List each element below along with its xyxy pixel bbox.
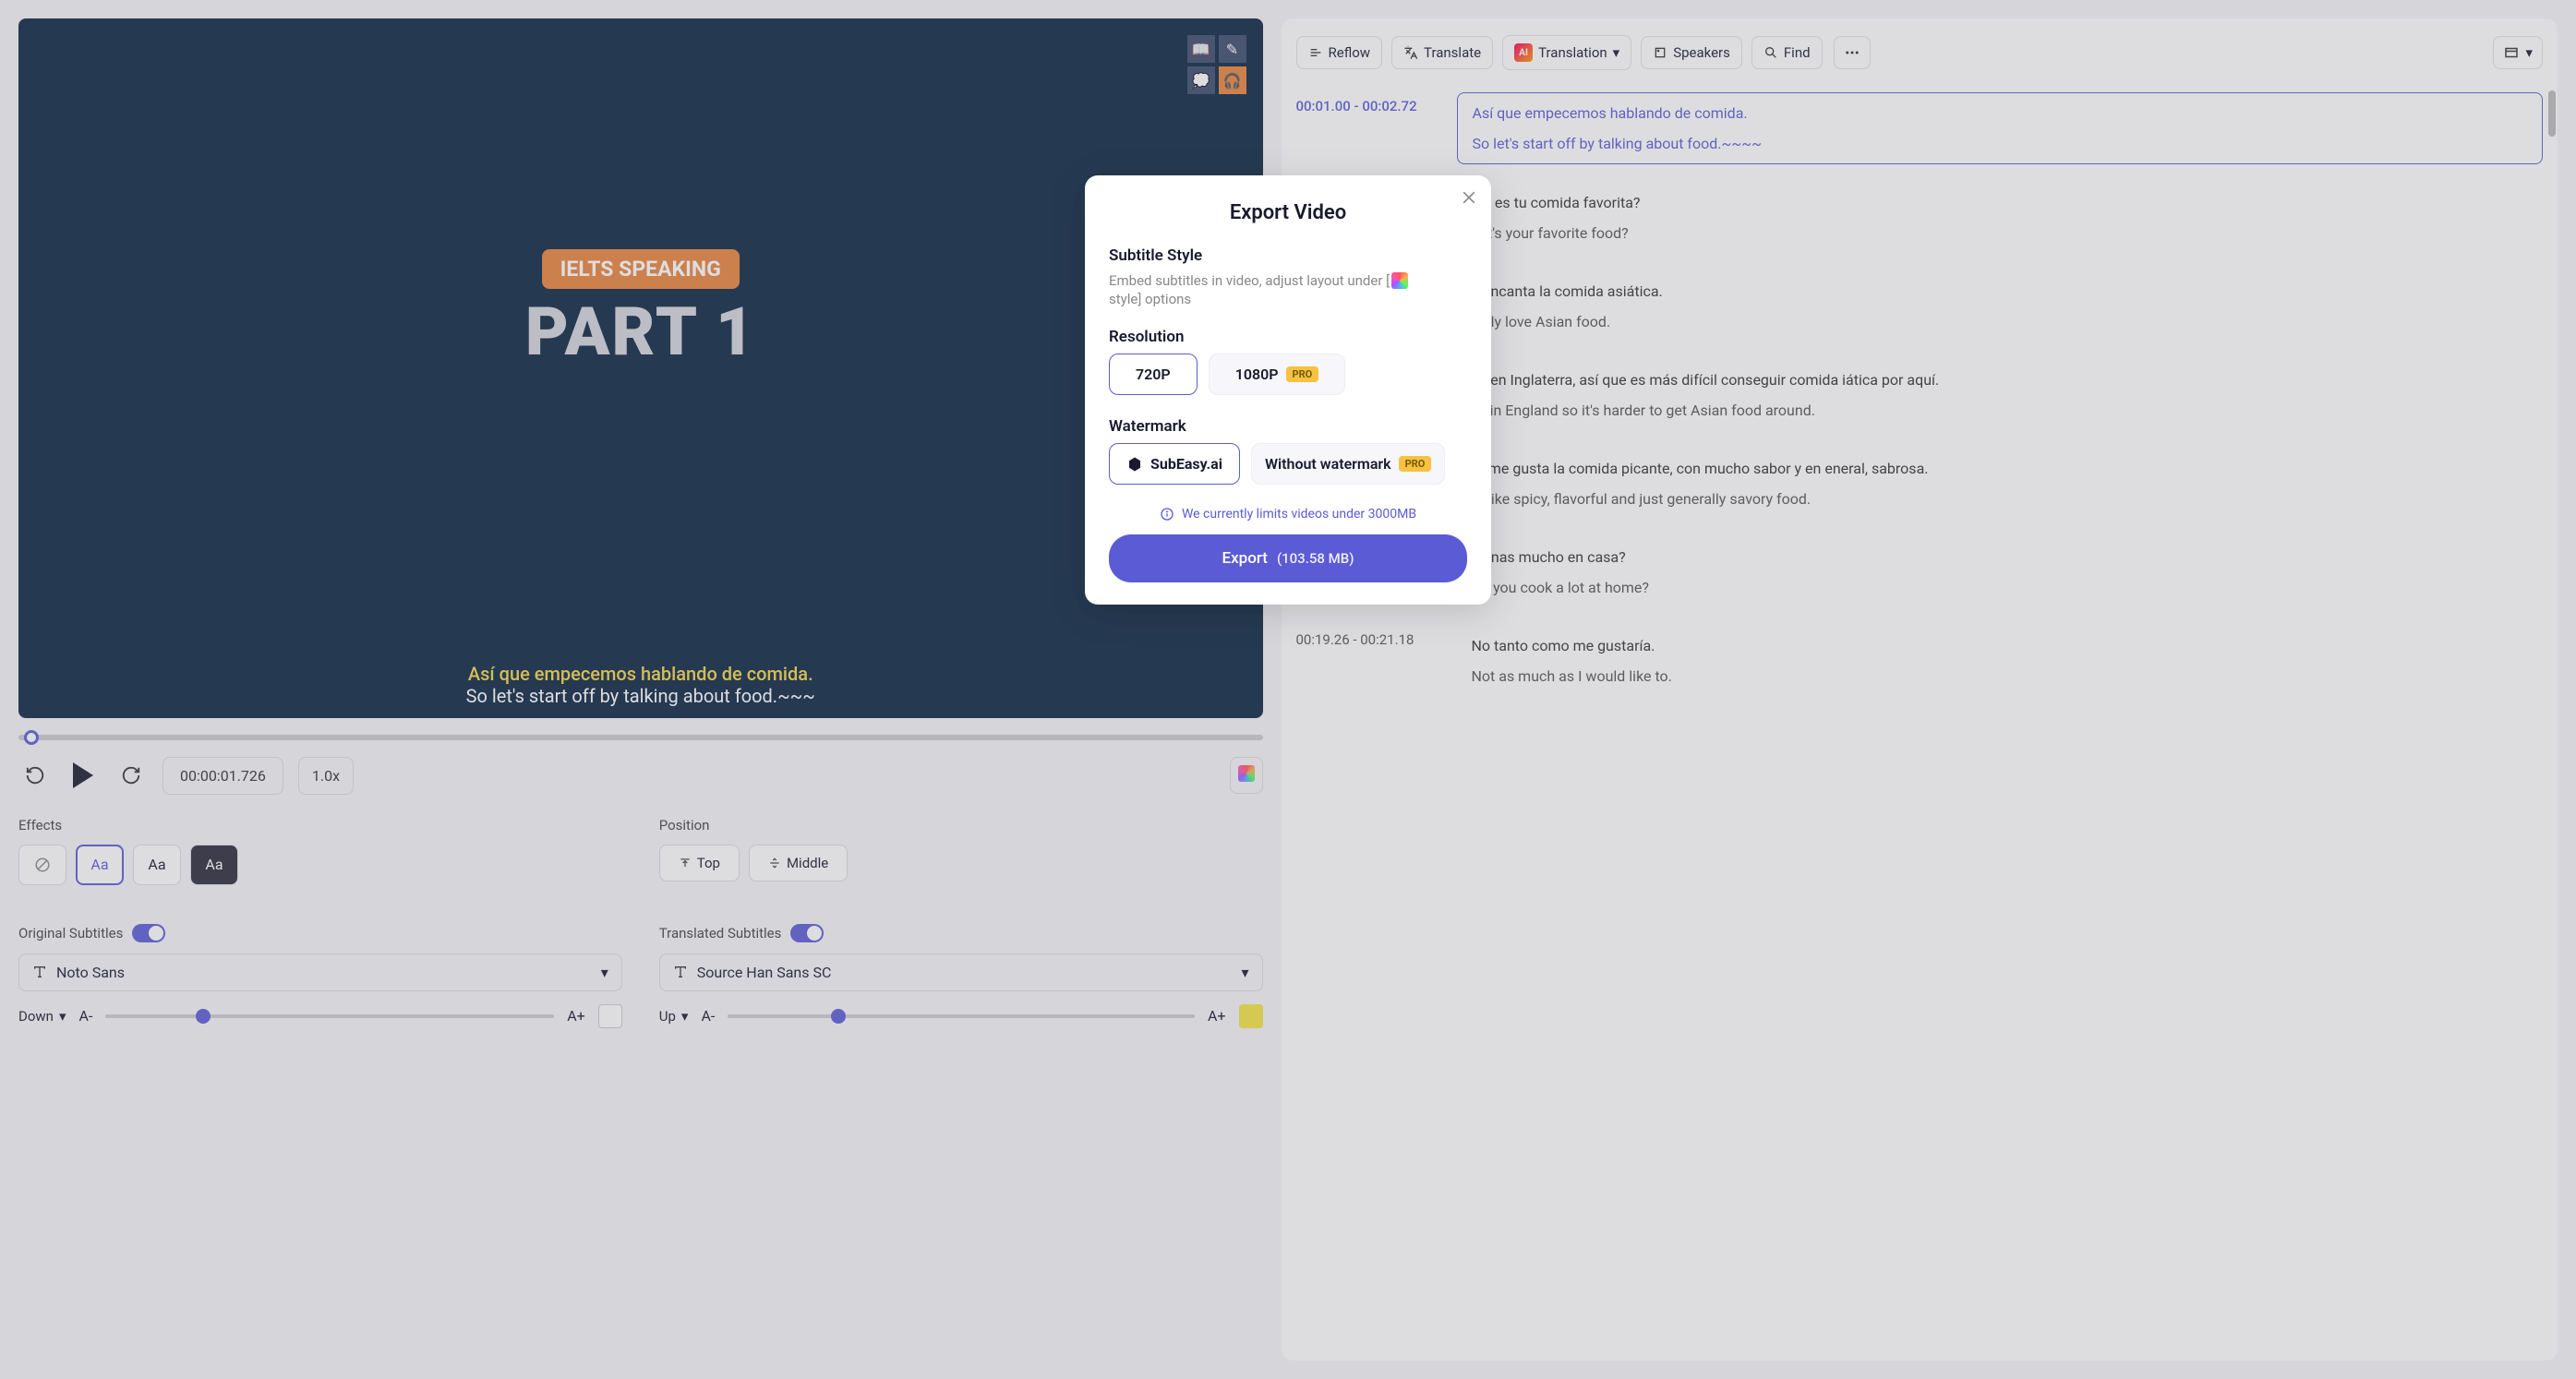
subtitle-style-label: Subtitle Style [1109, 246, 1467, 265]
modal-overlay: Export Video Subtitle Style Embed subtit… [0, 0, 2576, 1379]
modal-title: Export Video [1109, 201, 1467, 224]
brand-icon [1126, 456, 1143, 473]
resolution-1080p[interactable]: 1080P PRO [1209, 354, 1346, 395]
close-button[interactable] [1460, 188, 1478, 210]
size-limit-info: We currently limits videos under 3000MB [1109, 507, 1467, 522]
export-button[interactable]: Export (103.58 MB) [1109, 534, 1467, 582]
info-icon [1160, 507, 1174, 522]
subtitle-style-hint: Embed subtitles in video, adjust layout … [1109, 272, 1467, 307]
pro-badge: PRO [1286, 366, 1319, 382]
watermark-brand[interactable]: SubEasy.ai [1109, 443, 1240, 485]
watermark-none[interactable]: Without watermark PRO [1251, 443, 1445, 485]
watermark-label: Watermark [1109, 417, 1467, 436]
export-modal: Export Video Subtitle Style Embed subtit… [1085, 175, 1491, 605]
resolution-720p[interactable]: 720P [1109, 354, 1198, 395]
pro-badge: PRO [1399, 456, 1432, 472]
palette-icon [1391, 272, 1408, 289]
resolution-label: Resolution [1109, 328, 1467, 346]
